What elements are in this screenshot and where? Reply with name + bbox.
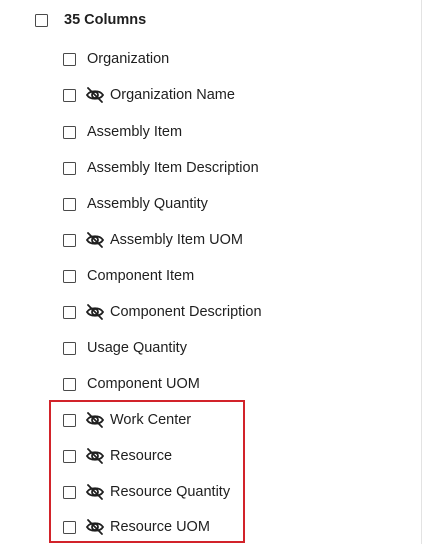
column-label: Component Item	[87, 268, 195, 284]
column-checkbox[interactable]	[63, 377, 76, 391]
column-label: Assembly Item Description	[87, 160, 259, 176]
column-row-resource[interactable]: Resource	[63, 444, 172, 468]
column-label: Component Description	[110, 304, 262, 320]
eye-slash-icon	[85, 302, 105, 322]
select-all-checkbox[interactable]	[35, 13, 48, 27]
column-label: Work Center	[110, 412, 192, 428]
column-row-assembly-item-uom[interactable]: Assembly Item UOM	[63, 228, 243, 252]
eye-slash-icon	[85, 517, 105, 537]
column-row-assembly-quantity[interactable]: Assembly Quantity	[63, 192, 208, 216]
eye-slash-icon	[85, 410, 105, 430]
column-checkbox[interactable]	[63, 520, 76, 534]
column-checkbox[interactable]	[63, 305, 76, 319]
column-checkbox[interactable]	[63, 341, 76, 355]
column-row-assembly-item[interactable]: Assembly Item	[63, 120, 182, 144]
column-checkbox[interactable]	[63, 88, 76, 102]
column-label: Assembly Item UOM	[110, 232, 243, 248]
column-row-component-item[interactable]: Component Item	[63, 264, 194, 288]
column-label: Component UOM	[87, 376, 200, 392]
column-row-assembly-item-description[interactable]: Assembly Item Description	[63, 156, 259, 180]
column-row-component-uom[interactable]: Component UOM	[63, 372, 200, 396]
column-checkbox[interactable]	[63, 52, 76, 66]
select-all-row[interactable]: 35 Columns	[35, 8, 146, 32]
eye-slash-icon	[85, 446, 105, 466]
column-row-organization-name[interactable]: Organization Name	[63, 83, 235, 107]
column-checkbox[interactable]	[63, 233, 76, 247]
column-row-resource-uom[interactable]: Resource UOM	[63, 515, 210, 539]
column-row-usage-quantity[interactable]: Usage Quantity	[63, 336, 187, 360]
column-label: Organization	[87, 51, 170, 67]
column-checkbox[interactable]	[63, 485, 76, 499]
column-label: Assembly Quantity	[87, 196, 208, 212]
column-checkbox[interactable]	[63, 197, 76, 211]
column-label: Assembly Item	[87, 124, 183, 140]
eye-slash-icon	[85, 85, 105, 105]
column-row-organization[interactable]: Organization	[63, 47, 169, 71]
column-checkbox[interactable]	[63, 125, 76, 139]
column-checkbox[interactable]	[63, 449, 76, 463]
column-label: Organization Name	[110, 87, 235, 103]
column-picker-panel: 35 Columns Organization Organization Nam…	[0, 0, 422, 544]
column-count-label: 35 Columns	[64, 12, 147, 28]
column-row-work-center[interactable]: Work Center	[63, 408, 191, 432]
column-checkbox[interactable]	[63, 269, 76, 283]
column-row-resource-quantity[interactable]: Resource Quantity	[63, 480, 230, 504]
eye-slash-icon	[85, 482, 105, 502]
column-checkbox[interactable]	[63, 413, 76, 427]
column-label: Resource UOM	[110, 519, 210, 535]
column-row-component-description[interactable]: Component Description	[63, 300, 262, 324]
column-checkbox[interactable]	[63, 161, 76, 175]
column-label: Resource Quantity	[110, 484, 231, 500]
eye-slash-icon	[85, 230, 105, 250]
column-label: Usage Quantity	[87, 340, 187, 356]
column-label: Resource	[110, 448, 173, 464]
